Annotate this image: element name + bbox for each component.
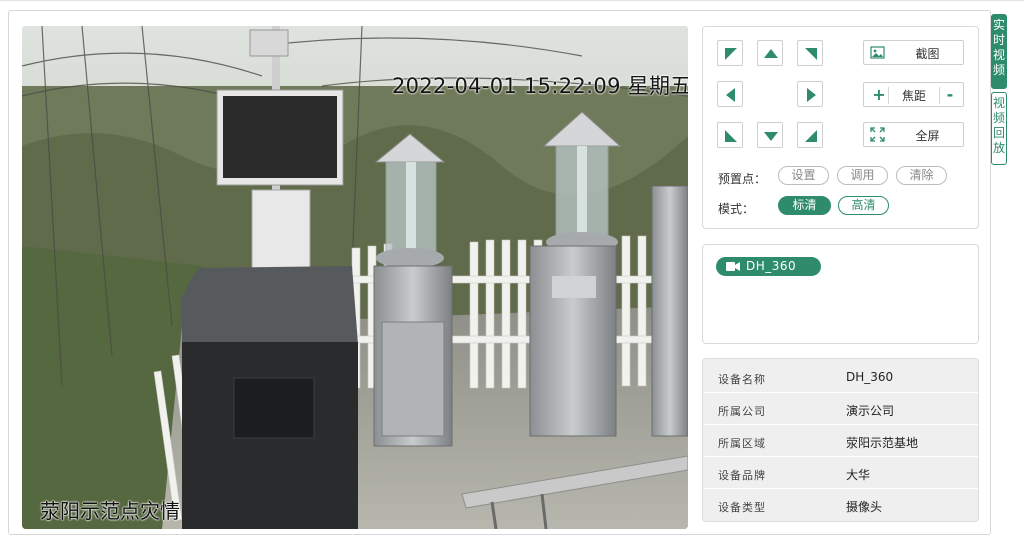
- info-key: 所属区域: [718, 437, 766, 450]
- fullscreen-button[interactable]: 全屏: [863, 122, 964, 147]
- preset-label: 预置点：: [718, 172, 767, 186]
- ptz-down-right-button[interactable]: [797, 122, 823, 148]
- info-key: 所属公司: [718, 405, 766, 418]
- mode-hd-button[interactable]: 高清: [838, 196, 889, 215]
- video-frame-image: [22, 26, 688, 529]
- arrow-down-left-icon: [725, 130, 737, 142]
- video-timestamp: 2022-04-01 15:22:09 星期五: [392, 74, 688, 98]
- info-value: 荥阳示范基地: [846, 436, 919, 450]
- focus-label: 焦距: [901, 89, 926, 103]
- arrow-up-left-icon: [725, 48, 737, 60]
- tab-live-video-label: 实时视频: [993, 18, 1006, 77]
- arrow-left-icon: [726, 88, 735, 102]
- info-row: 设备品牌 大华: [703, 458, 978, 489]
- ptz-down-left-button[interactable]: [717, 122, 743, 148]
- fullscreen-label: 全屏: [915, 129, 940, 143]
- arrow-down-icon: [764, 132, 778, 141]
- ptz-right-button[interactable]: [797, 81, 823, 107]
- tab-live-video[interactable]: 实时视频: [991, 14, 1007, 89]
- screenshot-button[interactable]: 截图: [863, 40, 964, 65]
- arrow-down-right-icon: [805, 130, 817, 142]
- info-value: 演示公司: [846, 404, 895, 418]
- video-camera-icon: [726, 262, 740, 271]
- arrow-up-right-icon: [805, 48, 817, 60]
- info-row: 所属公司 演示公司: [703, 394, 978, 425]
- video-player[interactable]: 2022-04-01 15:22:09 星期五: [22, 26, 688, 529]
- image-icon: [870, 46, 885, 59]
- info-value: 摄像头: [846, 500, 883, 514]
- ptz-down-button[interactable]: [757, 122, 783, 148]
- info-row: 设备类型 摄像头: [703, 490, 978, 521]
- camera-item-label: DH_360: [746, 259, 797, 273]
- ptz-up-button[interactable]: [757, 40, 783, 66]
- ptz-left-button[interactable]: [717, 81, 743, 107]
- info-key: 设备名称: [718, 373, 766, 386]
- arrow-up-icon: [764, 49, 778, 58]
- ptz-up-right-button[interactable]: [797, 40, 823, 66]
- ptz-up-left-button[interactable]: [717, 40, 743, 66]
- info-value: 大华: [846, 468, 871, 482]
- expand-icon: [870, 127, 885, 142]
- preset-call-button[interactable]: 调用: [837, 166, 888, 185]
- video-caption: 荥阳示范点灾情: [40, 499, 180, 523]
- tab-video-playback[interactable]: 视频回放: [991, 92, 1007, 165]
- info-row: 设备名称 DH_360: [703, 362, 978, 393]
- focus-control: + 焦距 -: [863, 82, 964, 107]
- mode-label: 模式：: [718, 202, 755, 216]
- info-value: DH_360: [846, 370, 894, 384]
- tab-video-playback-label: 视频回放: [993, 96, 1006, 155]
- focus-divider-left: [888, 87, 889, 104]
- screenshot-label: 截图: [915, 47, 940, 61]
- focus-minus-button[interactable]: -: [941, 87, 959, 103]
- info-key: 设备类型: [718, 501, 766, 514]
- arrow-right-icon: [807, 88, 816, 102]
- preset-set-button[interactable]: 设置: [778, 166, 829, 185]
- focus-plus-button[interactable]: +: [870, 87, 888, 103]
- preset-clear-button[interactable]: 清除: [896, 166, 947, 185]
- info-row: 所属区域 荥阳示范基地: [703, 426, 978, 457]
- mode-sd-button[interactable]: 标清: [778, 196, 831, 215]
- info-key: 设备品牌: [718, 469, 766, 482]
- camera-item[interactable]: DH_360: [716, 257, 821, 276]
- top-divider: [0, 0, 1024, 1]
- focus-divider-right: [939, 87, 940, 104]
